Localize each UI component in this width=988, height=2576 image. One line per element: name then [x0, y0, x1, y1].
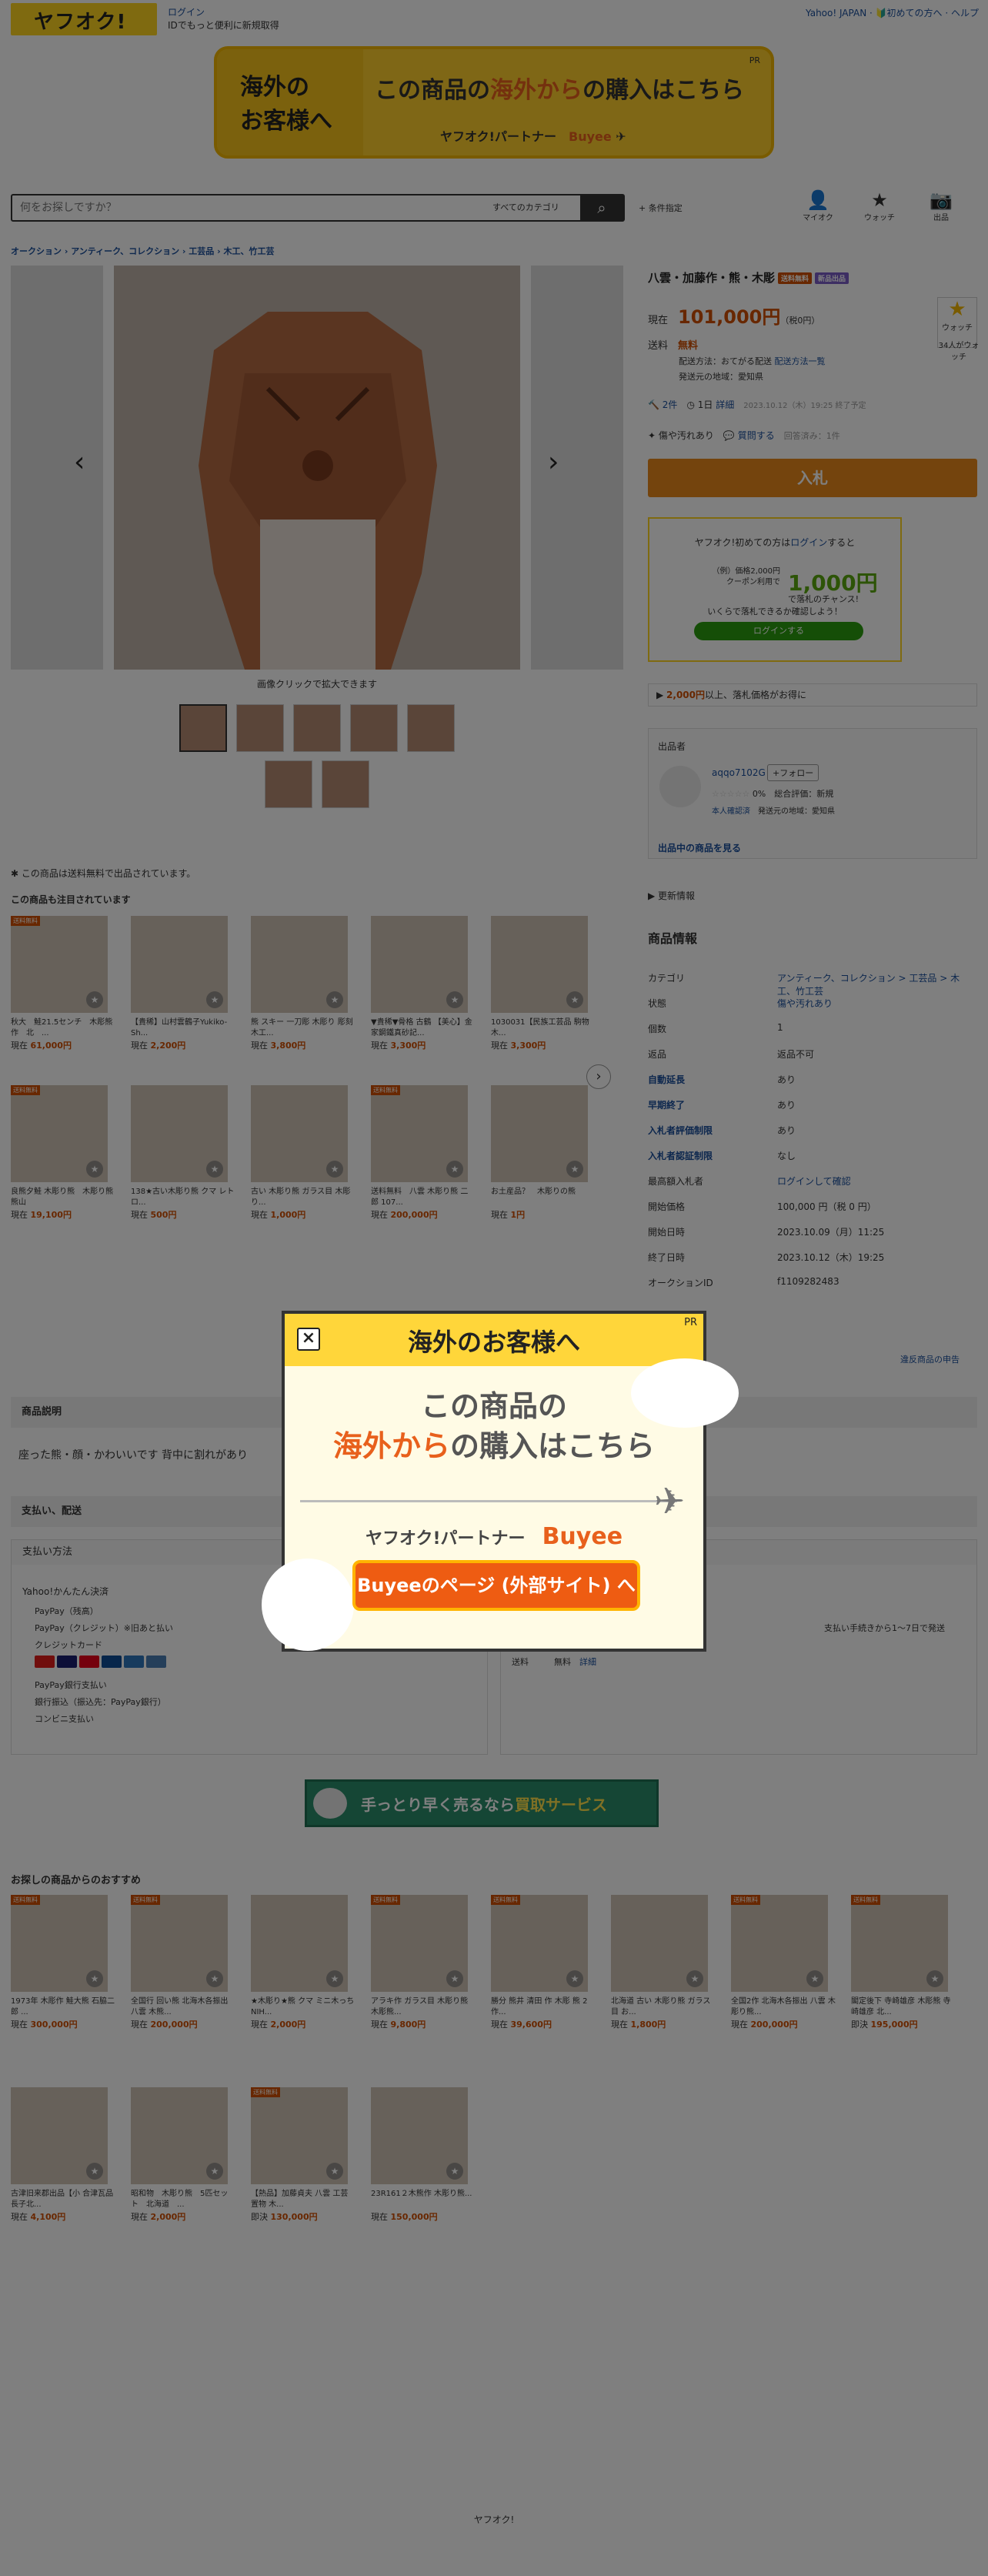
modal-partner: ヤフオク!パートナー Buyee: [365, 1523, 623, 1550]
cloud-decoration: [262, 1559, 354, 1651]
modal-title: 海外のお客様へ: [407, 1328, 580, 1357]
modal-backdrop[interactable]: [0, 0, 988, 2576]
modal-pr-label: PR: [684, 1317, 697, 1328]
modal-header: × 海外のお客様へ PR: [285, 1314, 703, 1366]
modal-headline: この商品の 海外からの購入はこちら: [332, 1389, 656, 1463]
flight-line: [300, 1500, 677, 1502]
plane-icon: ✈: [654, 1480, 686, 1523]
buyee-modal: × 海外のお客様へ PR この商品の 海外からの購入はこちら ✈ ヤフオク!パート…: [262, 1311, 739, 1652]
modal-body[interactable]: この商品の 海外からの購入はこちら ✈ ヤフオク!パートナー Buyee Buye…: [262, 1358, 739, 1651]
buyee-cta-button[interactable]: Buyeeのページ (外部サイト) へ: [352, 1560, 640, 1611]
